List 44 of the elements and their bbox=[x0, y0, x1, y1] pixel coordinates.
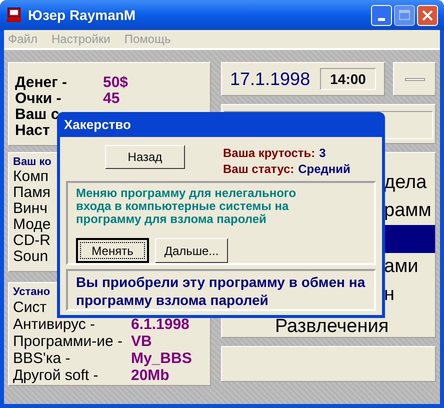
action-button[interactable]: Дальше... bbox=[155, 238, 228, 263]
dash-icon bbox=[404, 78, 424, 80]
stat-value: 45 bbox=[103, 91, 120, 107]
maximize-button[interactable] bbox=[394, 4, 415, 26]
status-value: Средний bbox=[298, 161, 350, 177]
component-label: CD-R bbox=[13, 233, 50, 249]
component-label: Комп bbox=[13, 169, 49, 185]
component-label: Soun bbox=[13, 249, 48, 265]
computer-icon bbox=[6, 7, 22, 23]
collapse-button[interactable] bbox=[393, 62, 436, 96]
coolness-label: Ваша крутость: bbox=[223, 145, 316, 161]
stat-value: 50$ bbox=[103, 75, 128, 91]
software-label: Сист bbox=[13, 298, 47, 316]
window-title: Юзер RaymanM bbox=[28, 6, 136, 25]
software-value: 20Mb bbox=[131, 368, 170, 384]
minimize-icon bbox=[378, 18, 385, 20]
maximize-icon bbox=[399, 10, 410, 20]
stat-label: Наст bbox=[15, 122, 50, 139]
software-label: Антивирус - bbox=[13, 316, 96, 332]
software-label: Другой soft - bbox=[13, 366, 98, 384]
software-value: My_BBS bbox=[131, 350, 192, 366]
software-value: 6.1.1998 bbox=[131, 316, 190, 332]
back-button[interactable]: Назад bbox=[105, 145, 185, 169]
minimize-button[interactable] bbox=[371, 4, 392, 26]
software-value: VB bbox=[131, 334, 152, 350]
component-label: Памя bbox=[13, 185, 51, 201]
stat-label: Очки - bbox=[15, 90, 62, 107]
dialog-title: Хакерство bbox=[64, 116, 131, 134]
group-legend: Ваш ко bbox=[13, 153, 52, 169]
software-label: BBS'ка - bbox=[13, 350, 70, 366]
component-label: Винч bbox=[13, 201, 48, 217]
date-label: 17.1.1998 bbox=[230, 68, 310, 90]
time-field: 14:00 bbox=[320, 68, 376, 90]
group-legend: Устано bbox=[13, 283, 50, 299]
stat-label: Денег - bbox=[15, 74, 68, 91]
close-icon bbox=[422, 10, 433, 20]
component-label: Моде bbox=[13, 217, 51, 233]
coolness-value: 3 bbox=[319, 145, 326, 161]
software-label: Программи-ие - bbox=[13, 332, 123, 350]
close-button[interactable] bbox=[417, 4, 438, 26]
offer-text: Меняю программу для нелегального входа в компьютерные системы на программу для взлома паролей bbox=[76, 187, 298, 226]
action-button[interactable]: Менять bbox=[76, 238, 149, 263]
message-text: Вы приобрели эту программу в обмен на программу взлома паролей bbox=[76, 273, 366, 309]
status-label: Ваш статус: bbox=[223, 161, 294, 177]
